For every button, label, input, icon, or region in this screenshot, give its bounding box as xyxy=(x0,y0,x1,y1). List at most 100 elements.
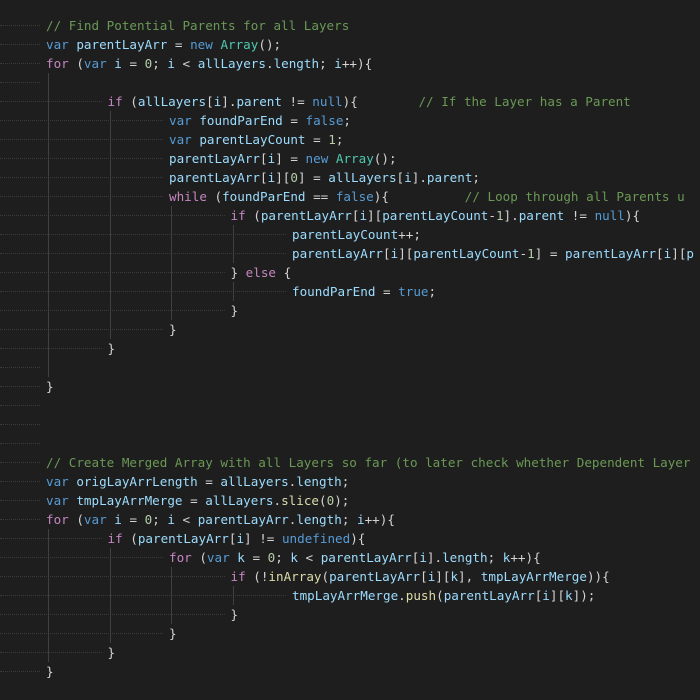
code-line[interactable]: var parentLayCount = 1; xyxy=(0,130,700,149)
code-token: (! xyxy=(245,569,269,584)
code-line[interactable]: parentLayCount++; xyxy=(0,225,700,244)
code-token: for xyxy=(46,56,69,71)
code-token: } xyxy=(230,265,246,280)
code-line[interactable]: } xyxy=(0,643,700,662)
code-token: } xyxy=(46,664,54,679)
whitespace-marker xyxy=(0,443,40,444)
code-token: i xyxy=(114,56,122,71)
code-line[interactable]: } else { xyxy=(0,263,700,282)
code-line[interactable]: // Create Merged Array with all Layers s… xyxy=(0,453,700,472)
code-line[interactable]: tmpLayArrMerge.push(parentLayArr[i][k]); xyxy=(0,586,700,605)
code-line[interactable]: // Find Potential Parents for all Layers xyxy=(0,16,700,35)
code-line[interactable] xyxy=(0,434,700,453)
whitespace-marker xyxy=(0,291,286,292)
code-line[interactable]: } xyxy=(0,339,700,358)
code-token: parentLayCount xyxy=(292,227,399,242)
code-line[interactable]: for (var i = 0; i < allLayers.length; i+… xyxy=(0,54,700,73)
code-token: parent xyxy=(426,170,473,185)
code-token: parentLayCount xyxy=(382,208,489,223)
code-token: var xyxy=(169,113,192,128)
code-token: true xyxy=(398,284,429,299)
whitespace-marker xyxy=(0,310,225,311)
code-line[interactable]: } xyxy=(0,377,700,396)
code-line[interactable]: if (parentLayArr[i] != undefined){ xyxy=(0,529,700,548)
code-token: length xyxy=(442,550,488,565)
code-token: var xyxy=(46,37,69,52)
code-line[interactable]: if (allLayers[i].parent != null){ // If … xyxy=(0,92,700,111)
code-token: [ xyxy=(260,170,268,185)
code-text: foundParEnd = true; xyxy=(292,282,436,301)
code-token: ; xyxy=(472,170,480,185)
code-token: if xyxy=(107,94,123,109)
code-text: parentLayArr[i][0] = allLayers[i].parent… xyxy=(169,168,480,187)
code-line[interactable]: while (foundParEnd == false){ // Loop th… xyxy=(0,187,700,206)
code-token: ][ xyxy=(367,208,383,223)
whitespace-marker xyxy=(0,633,163,634)
code-text: // Find Potential Parents for all Layers xyxy=(46,16,349,35)
code-token: inArray xyxy=(268,569,322,584)
code-token: length xyxy=(273,56,320,71)
code-line[interactable]: parentLayArr[i][0] = allLayers[i].parent… xyxy=(0,168,700,187)
code-token: ] = xyxy=(297,170,329,185)
code-line[interactable]: if (parentLayArr[i][parentLayCount-1].pa… xyxy=(0,206,700,225)
code-token: parentLayArr xyxy=(565,246,657,261)
code-token: tmpLayArrMerge xyxy=(292,588,399,603)
code-token: var xyxy=(46,474,69,489)
code-line[interactable] xyxy=(0,73,700,92)
whitespace-marker xyxy=(0,158,163,159)
code-text: } xyxy=(108,643,116,662)
code-line[interactable]: var origLayArrLength = allLayers.length; xyxy=(0,472,700,491)
code-text: var parentLayArr = new Array(); xyxy=(46,35,281,54)
code-token: ( xyxy=(245,208,261,223)
code-token: ]. xyxy=(221,94,237,109)
code-token: i xyxy=(419,550,427,565)
code-token: ]); xyxy=(572,588,596,603)
whitespace-marker xyxy=(0,519,40,520)
code-line[interactable] xyxy=(0,415,700,434)
whitespace-marker xyxy=(0,481,40,482)
code-line[interactable]: var tmpLayArrMerge = allLayers.slice(0); xyxy=(0,491,700,510)
code-token: [ xyxy=(396,170,405,185)
code-text: var tmpLayArrMerge = allLayers.slice(0); xyxy=(46,491,349,510)
code-line[interactable]: } xyxy=(0,605,700,624)
code-line[interactable]: for (var i = 0; i < parentLayArr.length;… xyxy=(0,510,700,529)
code-token: for xyxy=(169,550,192,565)
code-token: } xyxy=(169,322,177,337)
code-token: 1 xyxy=(527,246,535,261)
code-line[interactable]: parentLayArr[i] = new Array(); xyxy=(0,149,700,168)
code-line[interactable]: var foundParEnd = false; xyxy=(0,111,700,130)
code-line[interactable]: parentLayArr[i][parentLayCount-1] = pare… xyxy=(0,244,700,263)
code-line[interactable]: if (!inArray(parentLayArr[i][k], tmpLayA… xyxy=(0,567,700,586)
code-line[interactable]: } xyxy=(0,301,700,320)
code-text: if (!inArray(parentLayArr[i][k], tmpLayA… xyxy=(231,567,610,586)
code-token: = xyxy=(282,113,306,128)
code-line[interactable]: } xyxy=(0,662,700,681)
whitespace-marker xyxy=(0,405,40,406)
code-token: } xyxy=(46,379,54,394)
code-token: = xyxy=(121,56,145,71)
code-line[interactable]: var parentLayArr = new Array(); xyxy=(0,35,700,54)
code-token: parentLayArr xyxy=(169,151,260,166)
whitespace-marker xyxy=(0,500,40,501)
code-line[interactable]: } xyxy=(0,320,700,339)
code-text: } xyxy=(231,301,239,320)
code-editor[interactable]: // Find Potential Parents for all Layers… xyxy=(0,0,700,700)
code-token: = xyxy=(182,493,206,508)
code-token: [ xyxy=(260,151,268,166)
code-token: slice xyxy=(281,493,320,508)
code-token: new xyxy=(190,37,213,52)
code-token: i xyxy=(356,512,365,527)
code-token: ] = xyxy=(534,246,566,261)
code-token: ][ xyxy=(671,246,687,261)
code-token: tmpLayArrMerge xyxy=(480,569,587,584)
code-line[interactable] xyxy=(0,358,700,377)
indent-guide xyxy=(109,548,111,643)
code-token: // If the Layer has a Parent xyxy=(418,94,631,109)
code-line[interactable]: for (var k = 0; k < parentLayArr[i].leng… xyxy=(0,548,700,567)
code-line[interactable]: } xyxy=(0,624,700,643)
code-line[interactable]: foundParEnd = true; xyxy=(0,282,700,301)
code-line[interactable] xyxy=(0,396,700,415)
whitespace-marker xyxy=(0,424,40,425)
indent-guide xyxy=(232,282,234,301)
